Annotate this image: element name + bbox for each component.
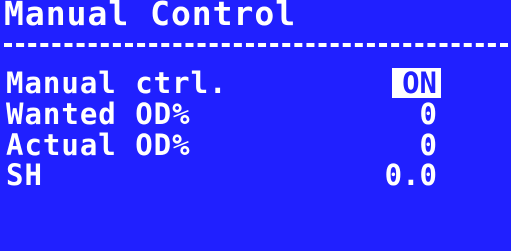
row-manual-ctrl[interactable]: Manual ctrl. ON (0, 68, 511, 98)
manual-ctrl-label: Manual ctrl. (6, 66, 228, 100)
manual-ctrl-value[interactable]: ON (392, 68, 441, 98)
row-sh: SH 0.0 (0, 160, 511, 190)
actual-od-label: Actual OD% (6, 128, 191, 162)
wanted-od-value: 0 (419, 97, 437, 131)
control-display-screen: Manual Control Manual ctrl. ON Wanted OD… (0, 0, 511, 251)
wanted-od-label: Wanted OD% (6, 97, 191, 131)
dashed-divider (4, 43, 508, 47)
sh-label: SH (6, 158, 43, 192)
row-actual-od: Actual OD% 0 (0, 130, 511, 160)
sh-value: 0.0 (384, 158, 437, 192)
row-wanted-od: Wanted OD% 0 (0, 99, 511, 129)
actual-od-value: 0 (419, 128, 437, 162)
page-title: Manual Control (4, 0, 297, 33)
